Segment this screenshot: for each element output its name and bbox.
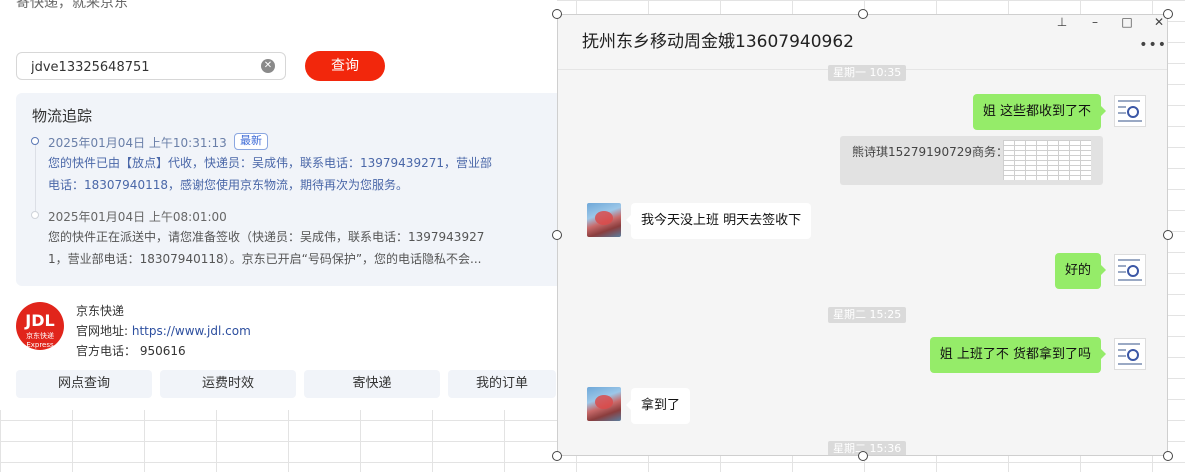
tab-my-orders[interactable]: 我的订单 (448, 370, 556, 398)
quoted-text: 熊诗琪15279190729商务： (852, 145, 1008, 159)
tracking-card: 物流追踪 2025年01月04日 上午10:31:13 最新 您的快件已由【放点… (16, 93, 557, 286)
resize-handle[interactable] (552, 9, 562, 19)
resize-handle[interactable] (552, 451, 562, 461)
chat-title: 抚州东乡移动周金娥13607940962 (582, 32, 854, 52)
message-bubble-sent[interactable]: 姐 这些都收到了不 (972, 94, 1107, 130)
resize-handle[interactable] (858, 9, 868, 19)
my-avatar[interactable] (1114, 338, 1146, 370)
site-label: 官网地址: (76, 324, 132, 338)
minimize-icon[interactable]: – (1086, 15, 1104, 29)
event-time: 2025年01月04日 上午08:01:00 (48, 210, 227, 224)
phone-number: 950616 (139, 344, 186, 358)
resize-handle[interactable] (858, 451, 868, 461)
tracking-number-input[interactable] (29, 53, 253, 81)
site-link[interactable]: https://www.jdl.com (132, 324, 251, 338)
event-text-line: 您的快件正在派送中，请您准备签收（快递员：吴成伟，联系电话：1397943927 (48, 230, 485, 244)
chat-window: 抚州东乡移动周金娥13607940962 ⊥ – □ ✕ ••• 星期一 10:… (557, 14, 1168, 456)
message-bubble-sent[interactable]: 姐 上班了不 货都拿到了吗 (929, 337, 1107, 373)
courier-site-row: 官网地址: https://www.jdl.com (76, 321, 251, 341)
my-avatar[interactable] (1114, 95, 1146, 127)
resize-handle[interactable] (552, 230, 562, 240)
message-bubble-received[interactable]: 我今天没上班 明天去签收下 (625, 203, 812, 239)
timeline-line (35, 141, 36, 216)
panel-heading: 寄快递，就来京东 (16, 0, 128, 11)
more-options-icon[interactable]: ••• (1139, 37, 1167, 53)
courier-phone-row: 官方电话： 950616 (76, 341, 251, 361)
my-avatar[interactable] (1114, 254, 1146, 286)
chat-header: 抚州东乡移动周金娥13607940962 ⊥ – □ ✕ ••• (558, 15, 1167, 70)
resize-handle[interactable] (1163, 230, 1173, 240)
timeline-dot-icon (31, 137, 39, 145)
tracking-title: 物流追踪 (32, 107, 93, 125)
timestamp: 星期二 15:25 (828, 307, 907, 323)
close-circle-icon[interactable]: ✕ (261, 59, 275, 73)
contact-avatar[interactable] (587, 387, 621, 421)
tab-outlet-query[interactable]: 网点查询 (16, 370, 152, 398)
spreadsheet-thumbnail (1003, 140, 1091, 180)
contact-avatar[interactable] (587, 203, 621, 237)
message-bubble-sent[interactable]: 好的 (1054, 253, 1107, 289)
latest-badge: 最新 (234, 133, 268, 150)
query-button[interactable]: 查询 (305, 51, 385, 81)
quoted-file-card[interactable]: 熊诗琪15279190729商务： (840, 136, 1103, 185)
logistics-panel: 寄快递，就来京东 ✕ 查询 物流追踪 2025年01月04日 上午10:31:1… (0, 0, 557, 410)
phone-label: 官方电话： (76, 344, 137, 358)
event-time: 2025年01月04日 上午10:31:13 (48, 136, 227, 150)
maximize-icon[interactable]: □ (1118, 15, 1136, 29)
event-text-line: 1，营业部电话：18307940118）。京东已开启“号码保护”，您的电话隐私不… (48, 252, 482, 266)
message-bubble-received[interactable]: 拿到了 (625, 388, 691, 424)
tab-send-express[interactable]: 寄快递 (304, 370, 440, 398)
event-text-line: 您的快件已由【放点】代收，快递员：吴成伟，联系电话：13979439271，营业… (48, 156, 492, 170)
courier-name: 京东快递 (76, 304, 125, 318)
pin-icon[interactable]: ⊥ (1053, 15, 1071, 29)
resize-handle[interactable] (1163, 451, 1173, 461)
event-text-line: 电话：18307940118，感谢您使用京东物流，期待再次为您服务。 (48, 178, 408, 192)
jdl-logo: JDL 京东快递 Express (16, 302, 64, 350)
event-description: 您的快件已由【放点】代收，快递员：吴成伟，联系电话：13979439271，营业… (48, 152, 557, 196)
resize-handle[interactable] (1163, 9, 1173, 19)
tab-shipping-time[interactable]: 运费时效 (160, 370, 296, 398)
courier-info: 京东快递 官网地址: https://www.jdl.com 官方电话： 950… (76, 301, 251, 361)
timeline-dot-icon (31, 211, 39, 219)
timestamp: 星期一 10:35 (828, 65, 907, 81)
tracking-number-field[interactable]: ✕ (16, 52, 286, 81)
event-description: 您的快件正在派送中，请您准备签收（快递员：吴成伟，联系电话：1397943927… (48, 226, 557, 270)
